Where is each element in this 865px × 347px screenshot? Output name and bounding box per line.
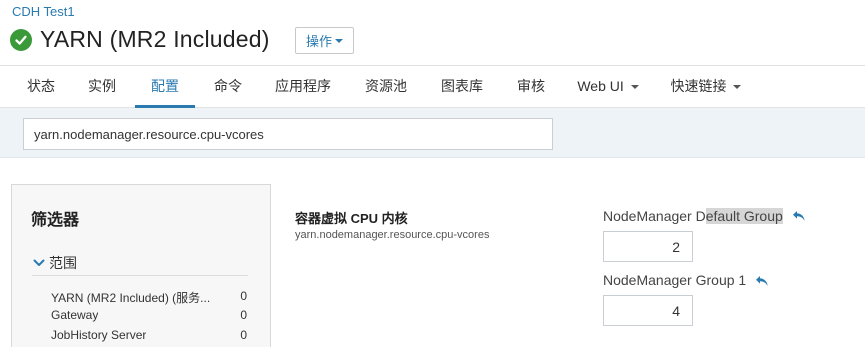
tab-label: 图表库 xyxy=(441,78,483,94)
scope-item-name: JobHistory Server xyxy=(51,328,147,342)
tab-label: 实例 xyxy=(88,78,116,94)
group1-value-input[interactable] xyxy=(603,295,693,326)
tab-label: 应用程序 xyxy=(275,78,331,94)
scope-item-count: 0 xyxy=(240,328,247,342)
service-name: YARN (MR2 Included) xyxy=(40,26,270,52)
chevron-down-icon xyxy=(33,259,45,266)
scope-item[interactable]: JobHistory Server 0 xyxy=(51,328,247,342)
revert-icon[interactable] xyxy=(792,210,806,222)
scope-label: 范围 xyxy=(49,255,77,271)
scope-item-count: 0 xyxy=(240,308,247,322)
tab-status[interactable]: 状态 xyxy=(16,66,66,108)
caret-down-icon xyxy=(630,85,639,90)
revert-icon[interactable] xyxy=(755,275,769,287)
service-title: YARN (MR2 Included) xyxy=(10,26,270,53)
scope-item[interactable]: Gateway 0 xyxy=(51,308,247,322)
tab-quick-links[interactable]: 快速链接 xyxy=(662,66,750,108)
tab-label: 审核 xyxy=(517,78,545,94)
tab-label: 资源池 xyxy=(365,78,407,94)
config-search-input[interactable] xyxy=(23,118,553,150)
filter-panel: 筛选器 范围 YARN (MR2 Included) (服务... 0 Gate… xyxy=(11,184,271,347)
tab-label: 命令 xyxy=(214,78,242,94)
actions-button[interactable]: 操作 xyxy=(295,27,354,54)
divider xyxy=(32,275,248,276)
tab-label: 配置 xyxy=(151,78,179,94)
search-band xyxy=(0,108,865,158)
scope-item-name: Gateway xyxy=(51,308,99,322)
group-label-default: NodeManager Default Group xyxy=(603,208,783,224)
scope-item-count: 0 xyxy=(240,289,247,303)
scope-item-name: YARN (MR2 Included) (服务... xyxy=(51,291,211,305)
tab-configuration[interactable]: 配置 xyxy=(135,66,195,108)
caret-down-icon xyxy=(335,38,343,43)
tab-resource-pools[interactable]: 资源池 xyxy=(355,66,417,108)
scope-toggle[interactable]: 范围 xyxy=(32,253,77,273)
tab-applications[interactable]: 应用程序 xyxy=(268,66,338,108)
group-label-text: NodeManager Group 1 xyxy=(603,272,747,288)
group-label-text: NodeManager D xyxy=(603,208,706,224)
tab-commands[interactable]: 命令 xyxy=(203,66,253,108)
tab-label: Web UI xyxy=(577,78,624,94)
tab-label: 状态 xyxy=(27,78,55,94)
check-circle-icon xyxy=(10,28,32,51)
caret-down-icon xyxy=(733,85,742,90)
property-key: yarn.nodemanager.resource.cpu-vcores xyxy=(295,229,490,241)
cluster-link[interactable]: CDH Test1 xyxy=(12,4,75,19)
actions-label: 操作 xyxy=(305,34,332,49)
group-label-group1: NodeManager Group 1 xyxy=(603,272,746,288)
scope-item[interactable]: YARN (MR2 Included) (服务... 0 xyxy=(51,289,247,306)
tab-label: 快速链接 xyxy=(670,78,727,94)
property-label: 容器虚拟 CPU 内核 xyxy=(295,211,408,226)
filter-title: 筛选器 xyxy=(31,212,80,229)
tab-instances[interactable]: 实例 xyxy=(77,66,127,108)
tab-web-ui[interactable]: Web UI xyxy=(570,66,646,108)
group-label-selected-text: efault Group xyxy=(705,208,783,224)
tab-bar: 状态 实例 配置 命令 应用程序 资源池 图表库 审核 Web UI 快速链接 xyxy=(0,65,865,108)
tab-audits[interactable]: 审核 xyxy=(509,66,553,108)
default-group-value-input[interactable] xyxy=(603,231,693,262)
tab-charts-library[interactable]: 图表库 xyxy=(431,66,493,108)
